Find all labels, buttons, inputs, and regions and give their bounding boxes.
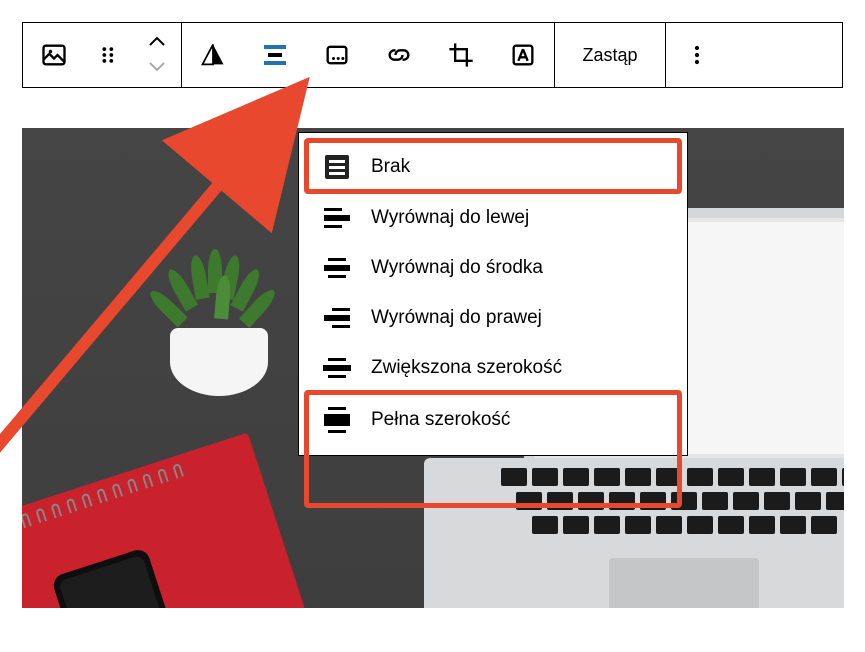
menu-item-right[interactable]: Wyrównaj do prawej — [299, 293, 687, 343]
more-options-button[interactable] — [666, 23, 728, 87]
chevron-down-icon — [148, 60, 166, 72]
toolbar-group-replace: Zastąp — [555, 23, 666, 87]
align-full-icon — [323, 407, 351, 433]
style-triangle-icon — [199, 41, 227, 69]
menu-item-label: Wyrównaj do prawej — [371, 307, 542, 329]
menu-item-label: Wyrównaj do lewej — [371, 207, 529, 229]
drag-icon — [95, 41, 123, 69]
image-icon — [40, 41, 68, 69]
link-button[interactable] — [368, 23, 430, 87]
menu-item-label: Pełna szerokość — [371, 409, 510, 431]
chevron-up-icon — [148, 36, 166, 48]
kebab-icon — [683, 41, 711, 69]
replace-button[interactable]: Zastąp — [555, 23, 665, 87]
crop-button[interactable] — [430, 23, 492, 87]
menu-item-label: Zwiększona szerokość — [371, 357, 562, 379]
menu-item-label: Wyrównaj do środka — [371, 257, 543, 279]
menu-item-left[interactable]: Wyrównaj do lewej — [299, 193, 687, 243]
menu-item-center[interactable]: Wyrównaj do środka — [299, 243, 687, 293]
menu-item-full[interactable]: Pełna szerokość — [299, 393, 687, 447]
pot-graphic — [170, 328, 268, 396]
toolbar-group-more — [666, 23, 728, 87]
align-dropdown: Brak Wyrównaj do lewej Wyrównaj do środk… — [298, 132, 688, 456]
link-icon — [385, 41, 413, 69]
style-button[interactable] — [182, 23, 244, 87]
caption-button[interactable] — [306, 23, 368, 87]
move-down-button[interactable] — [148, 56, 166, 78]
align-wide-icon — [323, 358, 351, 378]
block-toolbar: Zastąp — [22, 22, 843, 88]
align-right-icon — [323, 308, 351, 328]
crop-icon — [447, 41, 475, 69]
move-up-button[interactable] — [148, 32, 166, 54]
text-overlay-icon — [509, 41, 537, 69]
caption-icon — [323, 41, 351, 69]
block-type-button[interactable] — [23, 23, 85, 87]
align-center-icon — [323, 258, 351, 278]
menu-item-label: Brak — [371, 156, 410, 178]
align-icon — [264, 45, 286, 65]
toolbar-group-align — [182, 23, 555, 87]
align-left-icon — [323, 208, 351, 228]
text-overlay-button[interactable] — [492, 23, 554, 87]
menu-item-wide[interactable]: Zwiększona szerokość — [299, 343, 687, 393]
move-updown — [133, 32, 181, 78]
toolbar-group-block — [23, 23, 182, 87]
drag-handle-button[interactable] — [85, 23, 133, 87]
align-button[interactable] — [244, 23, 306, 87]
align-none-icon — [323, 155, 351, 179]
menu-item-none[interactable]: Brak — [299, 141, 687, 193]
